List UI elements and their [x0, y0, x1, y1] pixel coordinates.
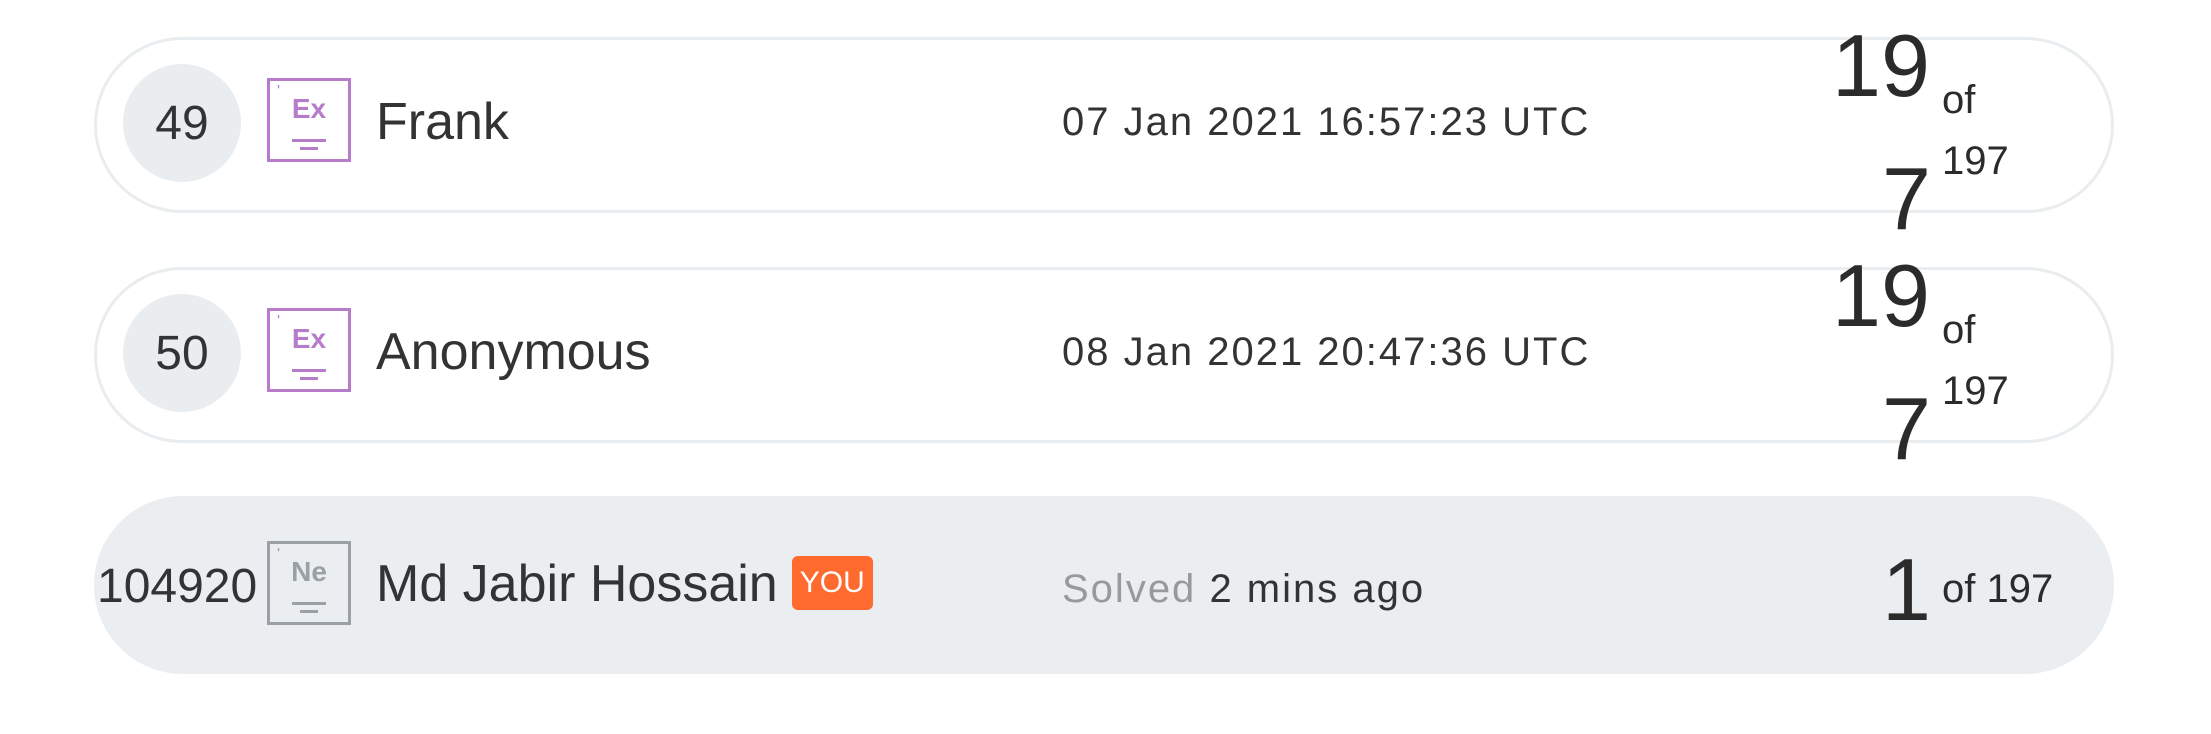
score-total: 197 [1942, 139, 2009, 183]
score-of-total: of 197 [1942, 567, 2054, 611]
badge-symbol: Ex [291, 93, 327, 124]
username[interactable]: Anonymous [376, 322, 651, 382]
badge-symbol: Ne [291, 556, 327, 587]
score-of-label: of [1942, 78, 1976, 122]
solve-time: 07 Jan 2021 16:57:23 UTC [1062, 100, 1591, 144]
badge-symbol: Ex [291, 323, 327, 354]
score-solved: 1 [1882, 540, 1931, 639]
neophyte-badge-icon: ' Ne [267, 541, 351, 625]
score-of-label: of [1942, 308, 1976, 352]
solved-prefix: Solved [1062, 567, 1197, 611]
expert-badge-icon: ' Ex [267, 308, 351, 392]
rank-number: 49 [123, 64, 241, 182]
solved-ago: 2 mins ago [1209, 567, 1426, 611]
score-solved-part1: 19 [1832, 16, 1930, 115]
score-solved-part1: 19 [1832, 246, 1930, 345]
username[interactable]: Md Jabir Hossain [376, 555, 778, 613]
leaderboard-row-current-user[interactable]: 104920 ' Ne Md Jabir Hossain YOU Solved 2… [94, 496, 2114, 674]
username-row: Md Jabir Hossain YOU [376, 554, 873, 614]
score-solved-part2: 7 [1882, 379, 1931, 478]
expert-badge-icon: ' Ex [267, 78, 351, 162]
leaderboard-row-49[interactable]: 49 ' Ex Frank 07 Jan 2021 16:57:23 UTC 1… [94, 22, 2114, 243]
leaderboard-row-50[interactable]: 50 ' Ex Anonymous 08 Jan 2021 20:47:36 U… [94, 252, 2114, 473]
rank-number: 104920 [97, 559, 258, 613]
solve-time: Solved 2 mins ago [1062, 567, 1425, 612]
username[interactable]: Frank [376, 92, 509, 152]
score-solved-part2: 7 [1882, 149, 1931, 248]
score-total: 197 [1942, 369, 2009, 413]
solve-time: 08 Jan 2021 20:47:36 UTC [1062, 330, 1591, 374]
you-badge: YOU [791, 556, 873, 611]
rank-number: 50 [123, 294, 241, 412]
